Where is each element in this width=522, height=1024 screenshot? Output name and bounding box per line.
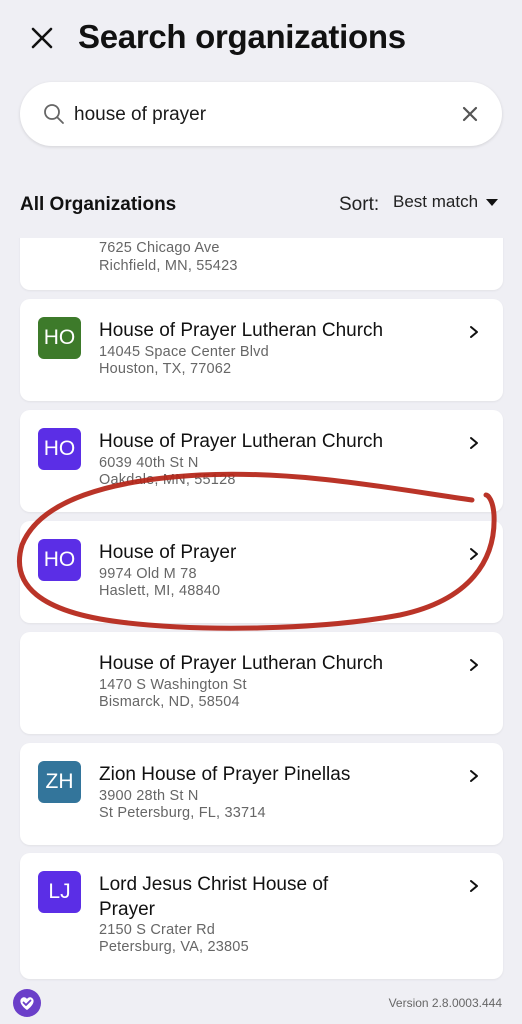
address-line-2: Bismarck, ND, 58504	[99, 694, 240, 710]
version-label: Version 2.8.0003.444	[388, 996, 502, 1010]
address-line-2: Houston, TX, 77062	[99, 361, 232, 377]
results-list[interactable]: 7625 Chicago Ave Richfield, MN, 55423 HO…	[0, 238, 522, 984]
chevron-right-icon	[470, 880, 478, 892]
org-name: House of Prayer Lutheran Church	[99, 320, 384, 341]
address-line-1: 2150 S Crater Rd	[99, 922, 216, 938]
result-card[interactable]: House of Prayer Lutheran Church 1470 S W…	[20, 632, 503, 734]
address-line-1: 3900 28th St N	[99, 788, 199, 804]
org-name-line-2: Prayer	[99, 899, 155, 920]
search-icon	[44, 104, 64, 124]
result-card[interactable]: LJ Lord Jesus Christ House of Prayer 215…	[20, 853, 503, 979]
filter-bar: All Organizations Sort: Best match	[0, 186, 522, 226]
address-line-1: 9974 Old M 78	[99, 566, 197, 582]
sort-value: Best match	[393, 192, 479, 211]
result-card[interactable]: HO House of Prayer Lutheran Church 14045…	[20, 299, 503, 401]
result-card[interactable]: HO House of Prayer Lutheran Church 6039 …	[20, 410, 503, 512]
org-avatar: HO	[38, 428, 81, 470]
result-card[interactable]: HO House of Prayer 9974 Old M 78 Haslett…	[20, 521, 503, 623]
address-line-2: Petersburg, VA, 23805	[99, 939, 249, 955]
org-name: House of Prayer Lutheran Church	[99, 431, 384, 452]
sort-label: Sort:	[339, 194, 380, 215]
chevron-right-icon	[470, 548, 478, 560]
search-box[interactable]	[20, 82, 502, 146]
address-line-2: St Petersburg, FL, 33714	[99, 805, 266, 821]
address-line-2: Haslett, MI, 48840	[99, 583, 221, 599]
address-line-1: 7625 Chicago Ave	[99, 240, 220, 256]
close-icon[interactable]	[26, 22, 58, 54]
chevron-right-icon	[470, 770, 478, 782]
org-name: House of Prayer Lutheran Church	[99, 653, 384, 674]
org-name-line-1: Lord Jesus Christ House of	[99, 874, 329, 895]
org-avatar: LJ	[38, 871, 81, 913]
address-line-1: 14045 Space Center Blvd	[99, 344, 269, 360]
chevron-right-icon	[470, 437, 478, 449]
org-name: Zion House of Prayer Pinellas	[99, 764, 351, 785]
result-card[interactable]: ZH Zion House of Prayer Pinellas 3900 28…	[20, 743, 503, 845]
header: Search organizations	[0, 0, 522, 80]
org-avatar: HO	[38, 539, 81, 581]
address-line-2: Richfield, MN, 55423	[99, 258, 238, 274]
sort-dropdown[interactable]: Best match	[393, 192, 499, 220]
result-card[interactable]: 7625 Chicago Ave Richfield, MN, 55423	[20, 238, 503, 290]
caret-down-icon	[486, 199, 499, 207]
chevron-right-icon	[470, 326, 478, 338]
address-line-1: 6039 40th St N	[99, 455, 199, 471]
clear-icon[interactable]	[458, 102, 482, 126]
page-title: Search organizations	[78, 18, 406, 55]
heart-check-logo-icon[interactable]	[12, 988, 42, 1018]
address-line-1: 1470 S Washington St	[99, 677, 247, 693]
org-name: House of Prayer	[99, 542, 237, 563]
chevron-right-icon	[470, 659, 478, 671]
address-line-2: Oakdale, MN, 55128	[99, 472, 236, 488]
org-avatar: ZH	[38, 761, 81, 803]
search-input[interactable]	[72, 96, 456, 134]
org-avatar: HO	[38, 317, 81, 359]
all-organizations-label: All Organizations	[20, 194, 177, 215]
